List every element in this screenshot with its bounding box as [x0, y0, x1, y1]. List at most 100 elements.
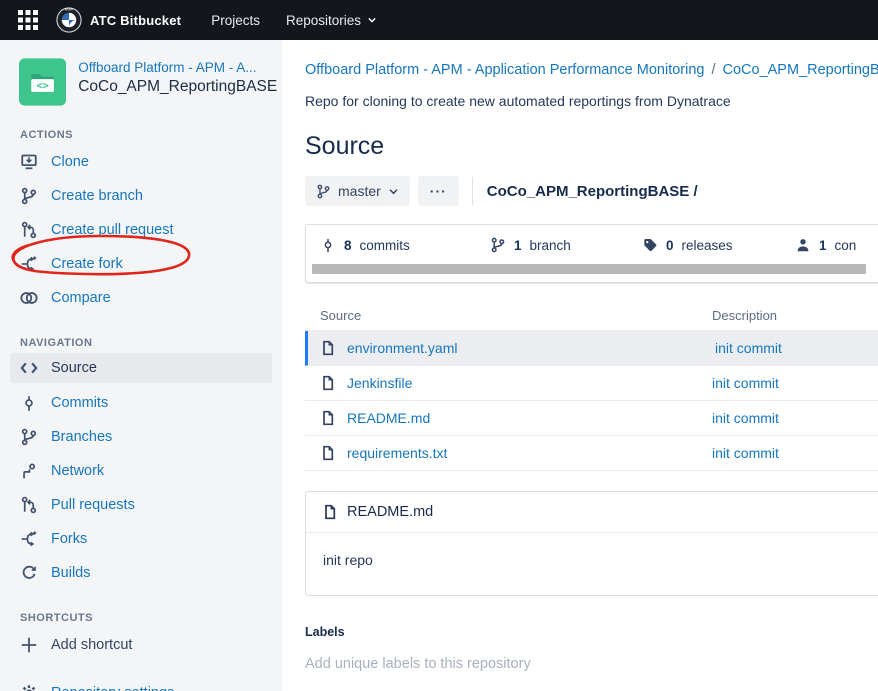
- repository-sidebar: <> Offboard Platform - APM - A... CoCo_A…: [0, 40, 282, 691]
- bmw-logo-text: BMW: [65, 8, 73, 12]
- branch-selector-label: master: [338, 183, 381, 199]
- commit-message-link[interactable]: init commit: [715, 340, 782, 356]
- repo-stats-card: 8 commits 1 branch 0 releases 1 con: [305, 224, 878, 283]
- file-icon: [320, 340, 336, 356]
- sidebar-item-add-shortcut[interactable]: Add shortcut: [0, 628, 282, 662]
- file-icon: [322, 504, 338, 520]
- file-icon: [320, 410, 336, 426]
- branch-icon: [20, 187, 38, 205]
- repo-description: Repo for cloning to create new automated…: [305, 93, 878, 109]
- svg-text:<>: <>: [36, 80, 49, 92]
- readme-header: README.md: [306, 492, 878, 533]
- repo-stats-row: 8 commits 1 branch 0 releases 1 con: [306, 225, 878, 258]
- compare-icon: [20, 289, 38, 307]
- section-title-actions: ACTIONS: [20, 129, 282, 141]
- commit-message-link[interactable]: init commit: [712, 410, 779, 426]
- stat-contributors[interactable]: 1 con: [795, 237, 856, 253]
- file-row-requirements-txt[interactable]: requirements.txt init commit: [305, 436, 878, 471]
- repo-header: <> Offboard Platform - APM - A... CoCo_A…: [0, 57, 282, 107]
- pull-request-icon: [20, 221, 38, 239]
- file-table-header: Source Description: [305, 301, 878, 331]
- breadcrumb-separator: /: [711, 62, 715, 78]
- sidebar-item-create-pull-request[interactable]: Create pull request: [0, 213, 282, 247]
- file-row-environment-yaml[interactable]: environment.yaml init commit: [305, 331, 878, 366]
- more-actions-button[interactable]: ···: [418, 176, 459, 206]
- file-link[interactable]: Jenkinsfile: [347, 375, 412, 391]
- top-nav-links: Projects Repositories: [211, 13, 377, 28]
- app-title: ATC Bitbucket: [90, 13, 181, 28]
- column-header-source: Source: [305, 308, 712, 323]
- repo-avatar[interactable]: <>: [19, 57, 66, 107]
- commit-icon: [320, 237, 336, 253]
- file-link[interactable]: README.md: [347, 410, 430, 426]
- sidebar-item-compare[interactable]: Compare: [0, 281, 282, 315]
- top-navigation-bar: BMW ATC Bitbucket Projects Repositories: [0, 0, 878, 40]
- chevron-down-icon: [367, 15, 377, 25]
- brand[interactable]: BMW ATC Bitbucket: [56, 7, 181, 33]
- stat-releases[interactable]: 0 releases: [642, 237, 795, 253]
- commit-icon: [20, 394, 38, 412]
- builds-icon: [20, 564, 38, 582]
- source-toolbar: master ··· CoCo_APM_ReportingBASE /: [305, 176, 878, 206]
- sidebar-item-create-branch[interactable]: Create branch: [0, 179, 282, 213]
- readme-card: README.md init repo: [305, 491, 878, 596]
- project-link[interactable]: Offboard Platform - APM - A...: [78, 60, 266, 75]
- commit-message-link[interactable]: init commit: [712, 375, 779, 391]
- main-content: Offboard Platform - APM - Application Pe…: [282, 40, 878, 691]
- readme-filename: README.md: [347, 504, 433, 520]
- commit-message-link[interactable]: init commit: [712, 445, 779, 461]
- pull-request-icon: [20, 496, 38, 514]
- network-icon: [20, 462, 38, 480]
- sidebar-item-branches[interactable]: Branches: [0, 420, 282, 454]
- app-switcher-icon[interactable]: [18, 10, 38, 30]
- toolbar-divider: [472, 177, 473, 205]
- branch-icon: [490, 237, 506, 253]
- file-row-jenkinsfile[interactable]: Jenkinsfile init commit: [305, 366, 878, 401]
- file-icon: [320, 375, 336, 391]
- labels-input-placeholder[interactable]: Add unique labels to this repository: [305, 656, 878, 672]
- labels-section: Labels Add unique labels to this reposit…: [305, 625, 878, 672]
- horizontal-scrollbar-thumb[interactable]: [312, 264, 866, 274]
- breadcrumb-project-link[interactable]: Offboard Platform - APM - Application Pe…: [305, 62, 704, 78]
- readme-content: init repo: [306, 533, 878, 595]
- nav-projects[interactable]: Projects: [211, 13, 260, 28]
- sidebar-item-source[interactable]: Source: [10, 353, 272, 383]
- person-icon: [795, 237, 811, 253]
- file-icon: [320, 445, 336, 461]
- sidebar-item-forks[interactable]: Forks: [0, 522, 282, 556]
- column-header-description: Description: [712, 308, 878, 323]
- nav-repositories[interactable]: Repositories: [286, 13, 377, 28]
- tag-icon: [642, 237, 658, 253]
- stat-branches[interactable]: 1 branch: [490, 237, 642, 253]
- breadcrumb: Offboard Platform - APM - Application Pe…: [305, 62, 878, 78]
- breadcrumb-repo-link[interactable]: CoCo_APM_ReportingBASE: [723, 62, 878, 78]
- sidebar-item-create-fork[interactable]: Create fork: [0, 247, 282, 281]
- gear-icon: [20, 684, 38, 691]
- stat-commits[interactable]: 8 commits: [320, 237, 490, 253]
- current-path: CoCo_APM_ReportingBASE /: [487, 183, 698, 200]
- branch-selector-button[interactable]: master: [305, 176, 410, 206]
- bmw-logo-icon: BMW: [56, 7, 82, 33]
- file-link[interactable]: environment.yaml: [347, 340, 458, 356]
- clone-icon: [20, 153, 38, 171]
- section-title-navigation: NAVIGATION: [20, 337, 282, 349]
- file-link[interactable]: requirements.txt: [347, 445, 447, 461]
- section-title-shortcuts: SHORTCUTS: [20, 612, 282, 624]
- branch-icon: [316, 184, 331, 199]
- sidebar-item-commits[interactable]: Commits: [0, 386, 282, 420]
- labels-title: Labels: [305, 625, 878, 639]
- repo-name: CoCo_APM_ReportingBASE: [78, 78, 266, 96]
- chevron-down-icon: [388, 186, 399, 197]
- branch-icon: [20, 428, 38, 446]
- fork-icon: [20, 530, 38, 548]
- sidebar-item-pull-requests[interactable]: Pull requests: [0, 488, 282, 522]
- file-table: Source Description environment.yaml init…: [305, 301, 878, 471]
- sidebar-item-network[interactable]: Network: [0, 454, 282, 488]
- code-icon: [20, 359, 38, 377]
- plus-icon: [20, 636, 38, 654]
- sidebar-item-repository-settings[interactable]: Repository settings: [0, 676, 282, 691]
- fork-icon: [20, 255, 38, 273]
- sidebar-item-clone[interactable]: Clone: [0, 145, 282, 179]
- sidebar-item-builds[interactable]: Builds: [0, 556, 282, 590]
- file-row-readme-md[interactable]: README.md init commit: [305, 401, 878, 436]
